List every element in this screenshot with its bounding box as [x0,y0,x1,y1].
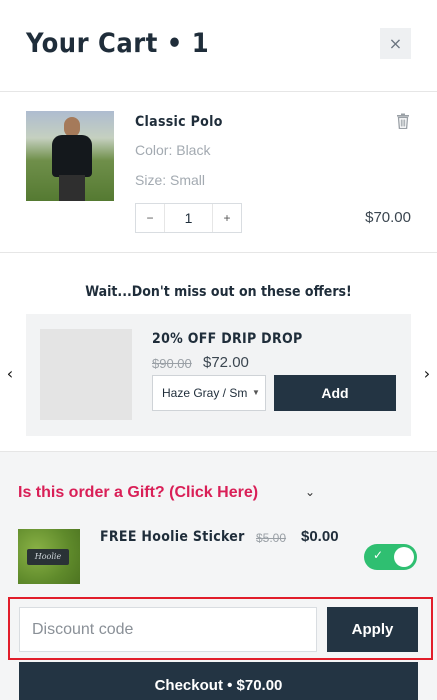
cart-footer: Is this order a Gift? (Click Here) ⌄ Hoo… [0,451,437,700]
sticker-name: FREE Hoolie Sticker [100,529,245,545]
product-image-figure-legs [59,175,85,201]
cart-header: Your Cart • 1 × [0,0,437,92]
sticker-price: $0.00 [301,528,339,545]
product-image-figure-head [64,117,80,137]
quantity-increase-button[interactable]: + [213,204,241,232]
offer-compare-price: $90.00 [152,356,192,371]
cart-line-item: Classic Polo Color: Black Size: Small − … [0,93,437,253]
line-item-price: $70.00 [365,209,411,226]
checkout-button[interactable]: Checkout • $70.00 [19,662,418,700]
product-image-figure-shirt [52,135,92,177]
product-name[interactable]: Classic Polo [135,114,223,130]
offer-price: $72.00 [203,354,249,371]
close-button[interactable]: × [380,28,411,59]
cart-title: Your Cart • 1 [26,28,210,59]
dropdown-caret-icon: ▼ [247,376,265,410]
discount-code-input[interactable] [19,607,317,652]
gift-option-link[interactable]: Is this order a Gift? (Click Here) [18,484,258,502]
offer-name[interactable]: 20% OFF DRIP DROP [152,331,302,347]
apply-discount-button[interactable]: Apply [327,607,418,652]
sticker-image-logo: Hoolie [27,549,69,565]
offer-card: 20% OFF DRIP DROP $90.00 $72.00 Haze Gra… [26,314,411,436]
sticker-compare-price: $5.00 [256,531,287,545]
toggle-knob [394,547,414,567]
carousel-next-arrow-icon[interactable]: › [420,365,434,383]
sticker-image: Hoolie [18,529,80,584]
offers-heading: Wait...Don't miss out on these offers! [85,284,352,300]
product-size: Size: Small [135,172,206,188]
quantity-decrease-button[interactable]: − [136,204,164,232]
chevron-down-icon[interactable]: ⌄ [305,485,315,499]
product-image [26,111,114,201]
sticker-toggle[interactable]: ✓ [364,544,417,570]
check-icon: ✓ [373,548,384,562]
offer-variant-selected: Haze Gray / Sm [162,386,248,400]
offer-add-button[interactable]: Add [274,375,396,411]
trash-icon[interactable] [396,113,410,129]
offer-variant-select[interactable]: Haze Gray / Sm ▼ [152,375,266,411]
product-color: Color: Black [135,142,211,158]
quantity-value[interactable]: 1 [164,204,213,232]
carousel-prev-arrow-icon[interactable]: ‹ [3,365,17,383]
quantity-stepper: − 1 + [135,203,242,233]
offer-image [40,329,132,420]
